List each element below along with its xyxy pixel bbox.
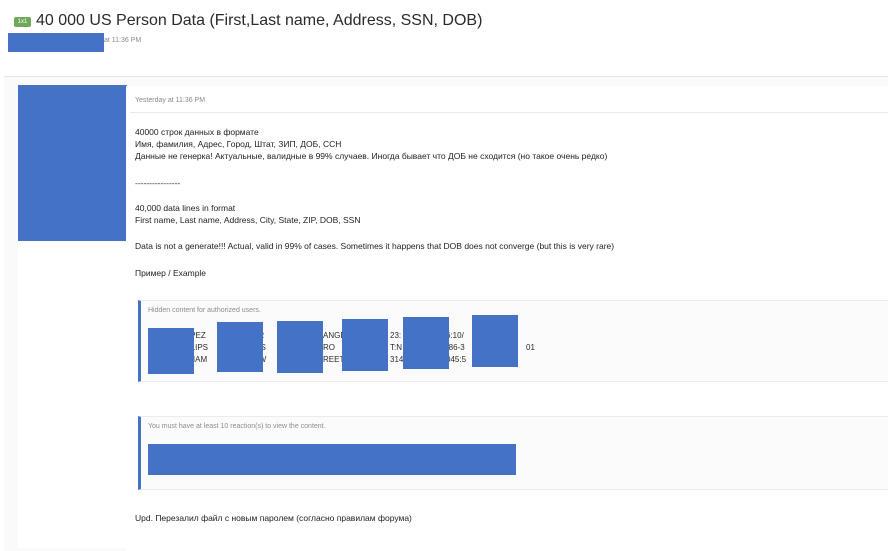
hidden-content-title: Hidden content for authorized users. [148, 307, 261, 314]
sample-fragment: RO [323, 343, 335, 352]
sample-redaction [472, 315, 518, 367]
thread-header: 1x1 40 000 US Person Data (First,Last na… [0, 0, 888, 82]
thread-prefix-badge[interactable]: 1x1 [14, 17, 31, 27]
hidden-content-block: Hidden content for authorized users. OPE… [138, 300, 888, 382]
post-update-note: Upd. Перезалил файл с новым паролем (сог… [135, 513, 412, 523]
sample-redaction [277, 321, 323, 373]
author-name-redaction [8, 33, 104, 52]
post-line-en-intro: 40,000 data lines in format [135, 203, 236, 213]
sample-fragment: T:N [390, 343, 402, 352]
sample-fragment: 23: [390, 331, 402, 340]
sample-redaction [148, 328, 194, 374]
post-line-ru-format: Имя, фамилия, Адрес, Город, Штат, ЗИП, Д… [135, 139, 342, 149]
post-line-example-label: Пример / Example [135, 268, 207, 278]
post-header-divider [130, 112, 888, 113]
post-line-ru-intro: 40000 строк данных в формате [135, 127, 259, 137]
sample-redaction [217, 322, 263, 372]
reaction-locked-title: You must have at least 10 reaction(s) to… [148, 423, 326, 430]
sample-fragment: 314 [390, 355, 404, 364]
sample-fragment: 01 [526, 343, 535, 352]
post-time[interactable]: Yesterday at 11:36 PM [135, 97, 205, 104]
post-line-separator: ---------------- [135, 178, 181, 188]
sample-fragment: 045:5 [446, 355, 467, 364]
post-line-ru-note: Данные не генерка! Актуальные, валидные … [135, 151, 608, 161]
post-line-en-format: First name, Last name, Address, City, St… [135, 215, 361, 225]
locked-content-redaction [148, 444, 516, 475]
post-content: Yesterday at 11:36 PM 40000 строк данных… [126, 86, 888, 551]
reaction-locked-block: You must have at least 10 reaction(s) to… [138, 416, 888, 490]
thread-title: 40 000 US Person Data (First,Last name, … [36, 12, 483, 29]
user-avatar-redaction [18, 85, 127, 241]
forum-post: Yesterday at 11:36 PM 40000 строк данных… [4, 76, 888, 551]
sample-redaction [403, 317, 449, 369]
thread-start-time[interactable]: at 11:36 PM [104, 37, 141, 44]
post-line-en-note: Data is not a generate!!! Actual, valid … [135, 241, 615, 251]
sample-redaction [342, 319, 388, 371]
